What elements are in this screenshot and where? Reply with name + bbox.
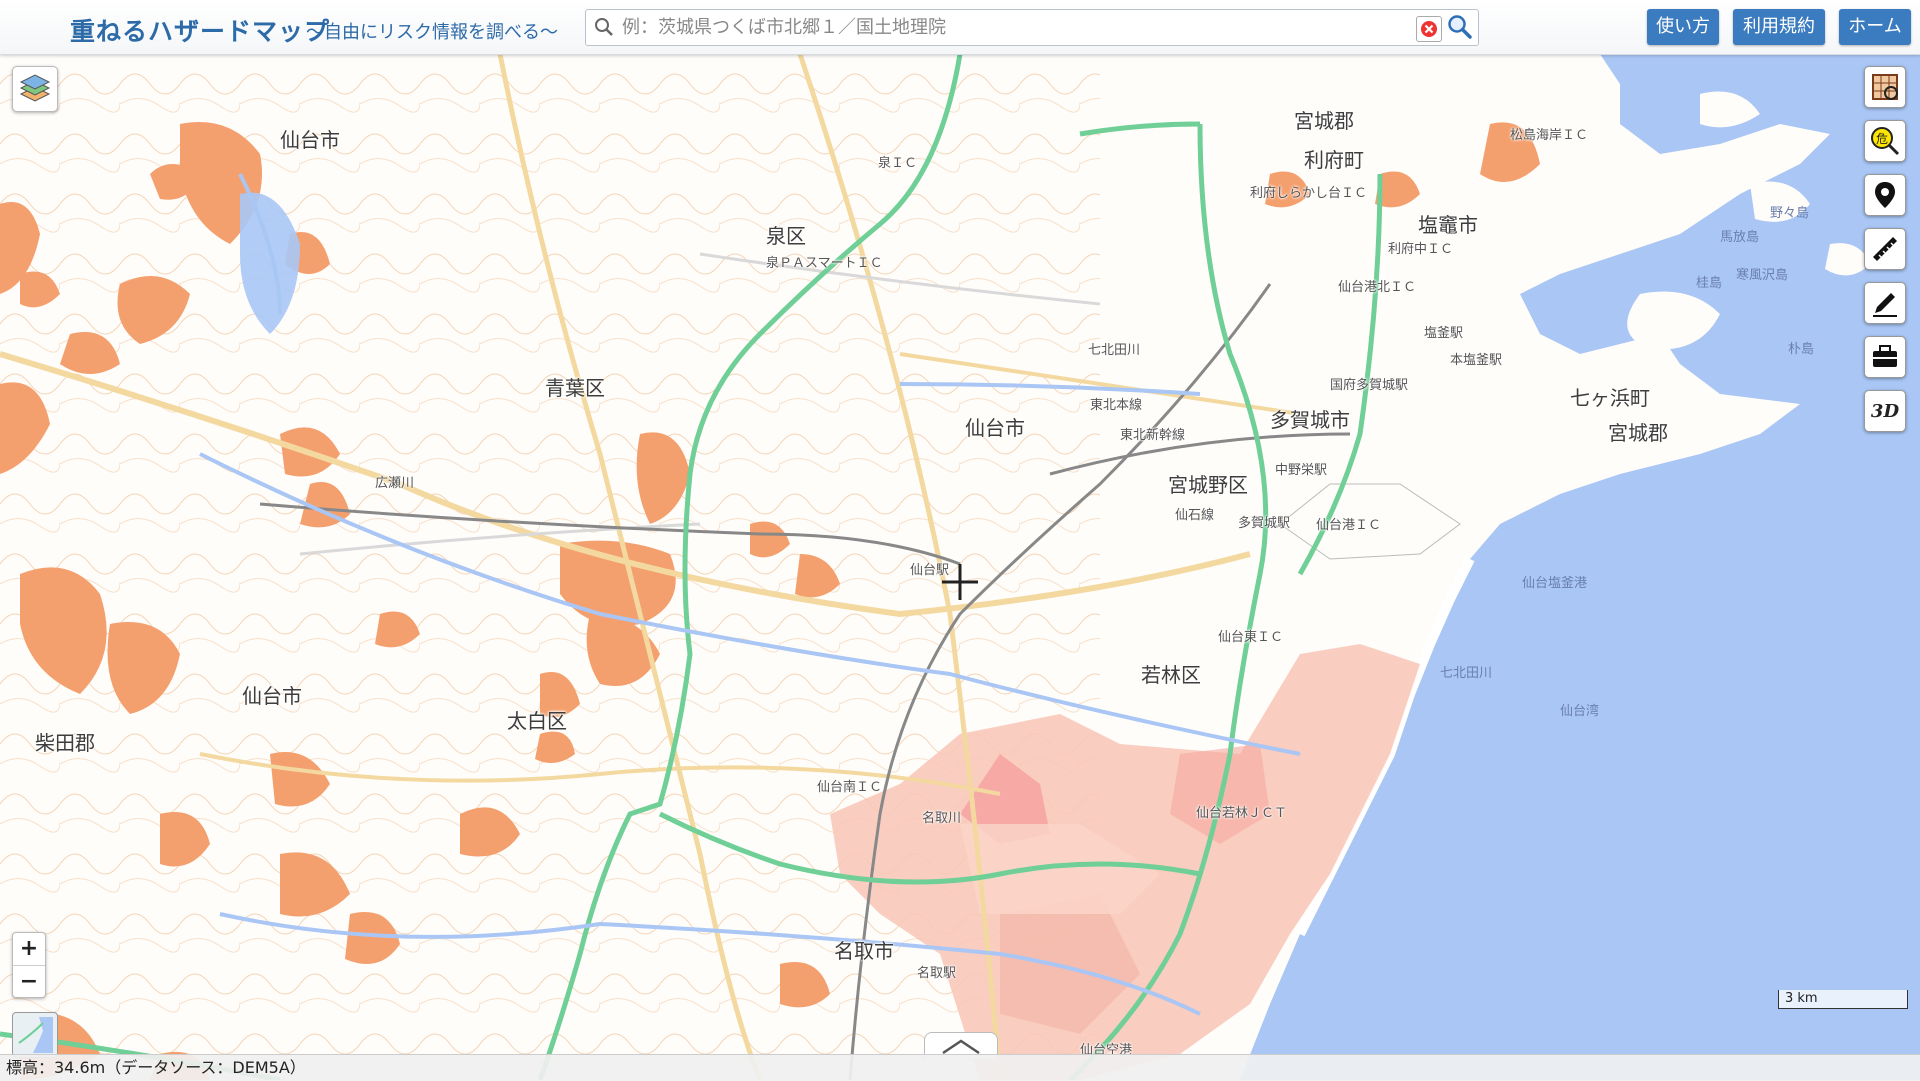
header-bar: 重ねるハザードマップ ～自由にリスク情報を調べる～ 使い方 利用規約 ホーム	[0, 0, 1920, 55]
toolbox-icon	[1873, 345, 1897, 367]
map-list-icon	[1872, 74, 1898, 100]
3d-view-button[interactable]: 3D	[1864, 390, 1906, 432]
search-input[interactable]	[620, 12, 1394, 43]
clear-search-button[interactable]	[1416, 16, 1442, 42]
scale-label: 3 km	[1785, 991, 1818, 1006]
pencil-icon	[1873, 293, 1897, 317]
close-icon	[1421, 21, 1437, 37]
search-icon	[594, 17, 614, 41]
hazard-magnifier-icon: 危	[1871, 127, 1900, 156]
draw-button[interactable]	[1864, 282, 1906, 324]
scale-bar: 3 km	[1778, 990, 1908, 1009]
ruler-icon	[1873, 237, 1897, 261]
minimap-icon	[17, 1017, 53, 1053]
measure-button[interactable]	[1864, 228, 1906, 270]
search-button[interactable]	[1446, 13, 1474, 41]
hazard-map[interactable]: 仙台市 泉区 青葉区 宮城野区 若林区 太白区 仙台市 柴田郡 名取市 多賀城市…	[0, 54, 1920, 1080]
layer-list-button[interactable]	[12, 66, 58, 112]
search-box	[585, 9, 1479, 46]
status-bar: 標高：34.6m（データソース：DEM5A）	[0, 1054, 1920, 1081]
map-canvas	[0, 54, 1920, 1080]
app-title[interactable]: 重ねるハザードマップ	[70, 12, 330, 48]
current-location-button[interactable]	[1864, 174, 1906, 216]
minimap-button[interactable]	[12, 1012, 58, 1058]
layers-icon	[19, 74, 51, 102]
zoom-control: + −	[12, 932, 46, 998]
hazard-search-button[interactable]: 危	[1864, 120, 1906, 162]
zoom-in-button[interactable]: +	[13, 933, 45, 965]
zoom-out-button[interactable]: −	[13, 965, 45, 998]
terms-button[interactable]: 利用規約	[1733, 9, 1825, 45]
3d-icon: 3D	[1870, 400, 1900, 422]
app-subtitle: ～自由にリスク情報を調べる～	[306, 22, 558, 43]
map-list-button[interactable]	[1864, 66, 1906, 108]
elevation-readout: 標高：34.6m（データソース：DEM5A）	[6, 1058, 306, 1077]
toolbox-button[interactable]	[1864, 336, 1906, 378]
tool-panel: 危 3D	[1864, 66, 1908, 444]
map-pin-icon	[1875, 182, 1895, 208]
home-button[interactable]: ホーム	[1839, 9, 1911, 45]
help-button[interactable]: 使い方	[1647, 9, 1719, 45]
svg-text:危: 危	[1876, 132, 1888, 146]
search-icon	[1448, 15, 1472, 39]
